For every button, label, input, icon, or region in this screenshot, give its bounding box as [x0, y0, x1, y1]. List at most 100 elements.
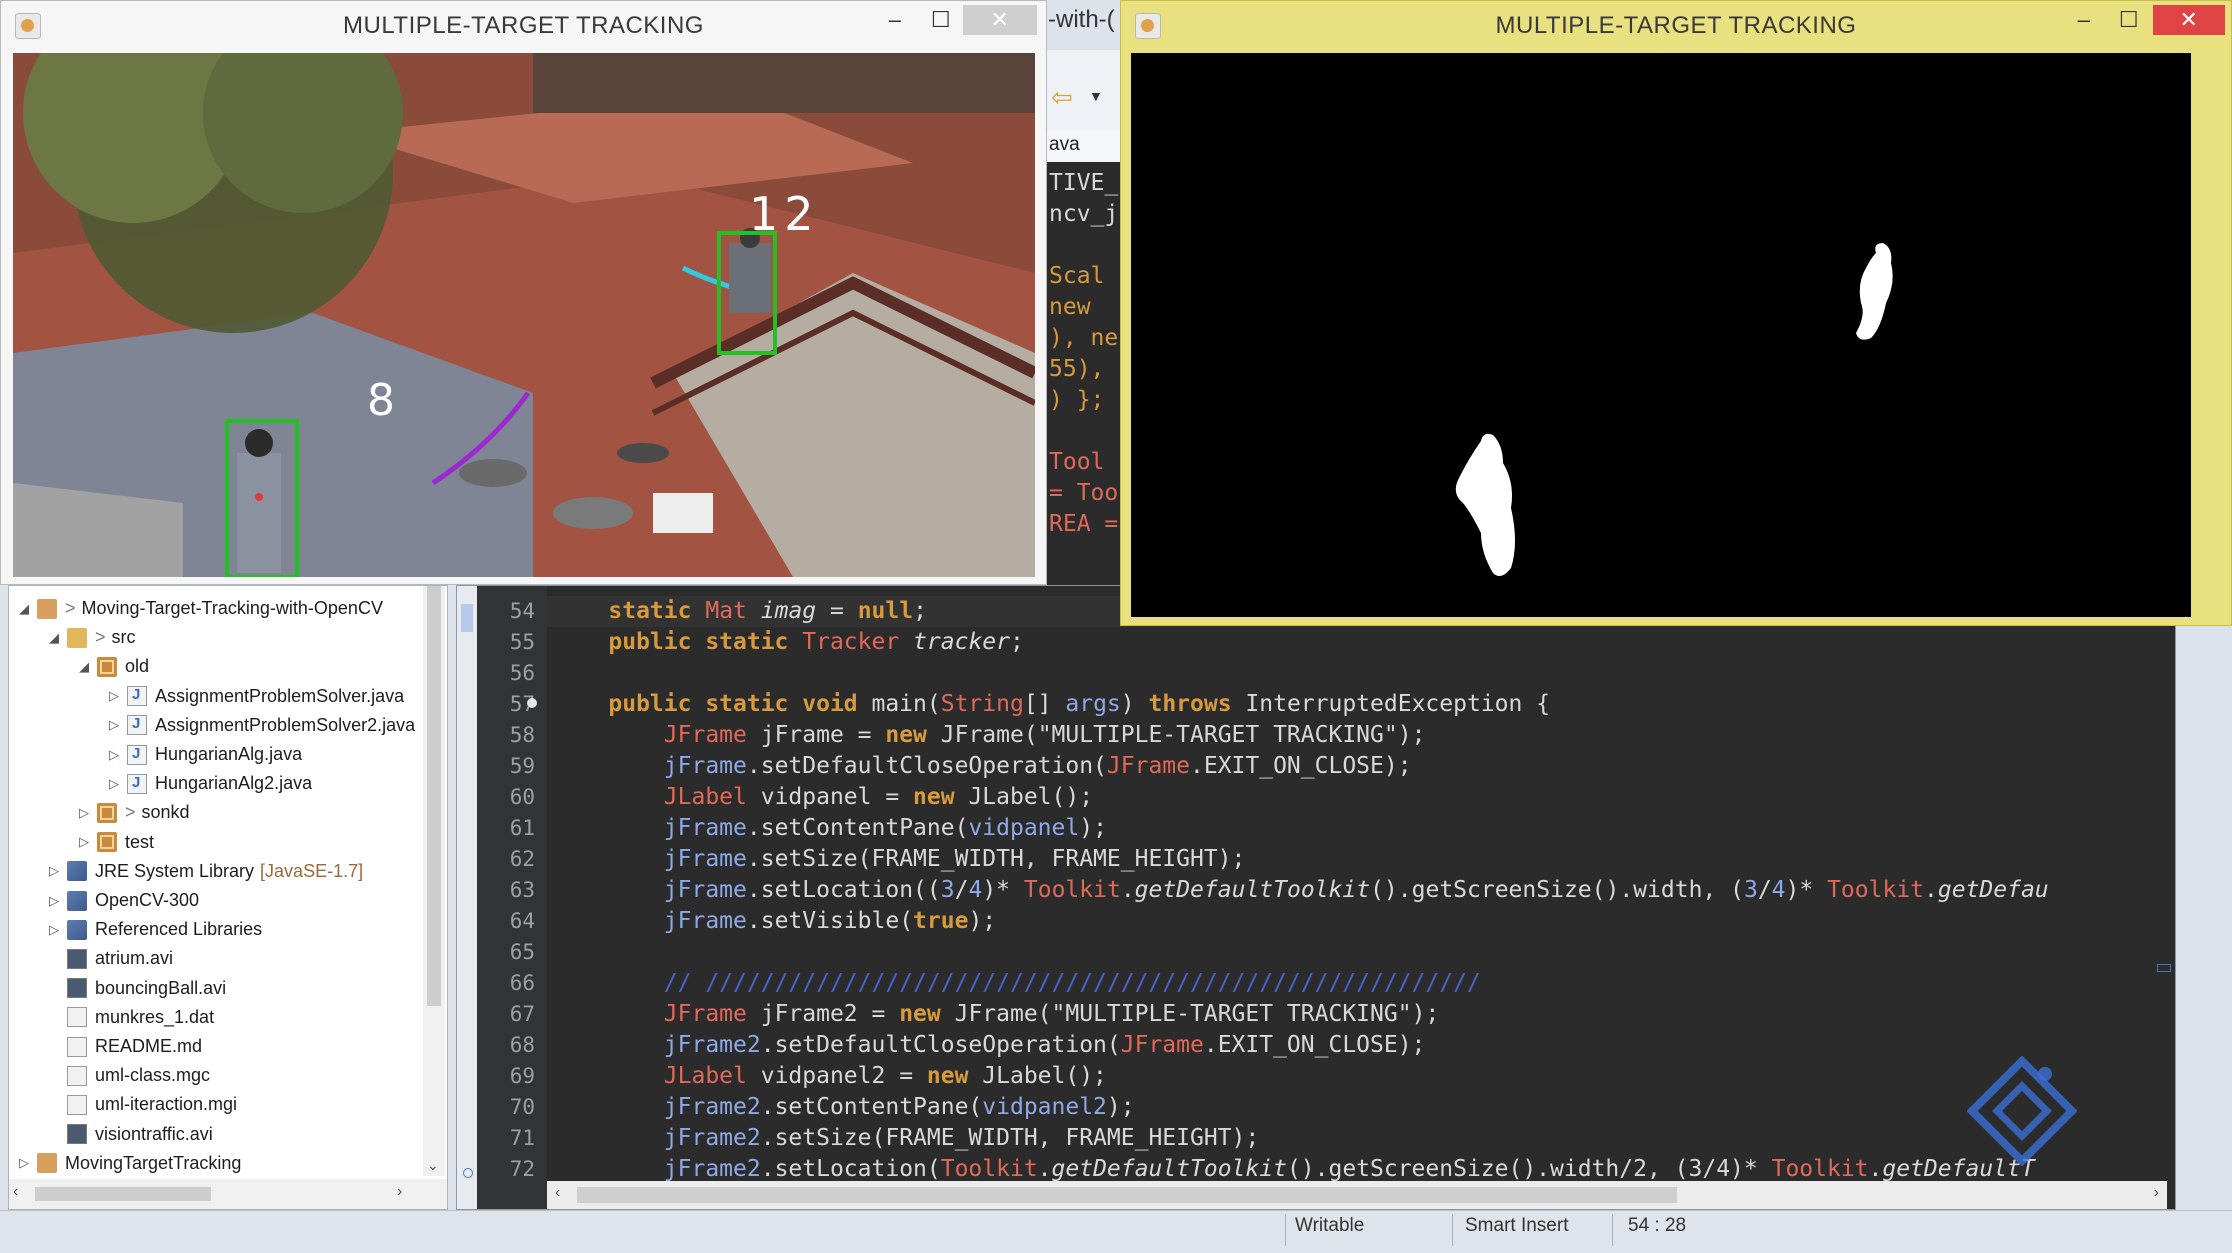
expand-arrow-icon[interactable]: ▷: [77, 834, 91, 850]
code-line[interactable]: // /////////////////////////////////////…: [553, 968, 1481, 999]
expand-arrow-icon[interactable]: ▷: [107, 747, 121, 763]
code-line[interactable]: jFrame.setContentPane(vidpanel);: [553, 813, 1107, 844]
minimize-button[interactable]: –: [873, 5, 917, 35]
back-arrow-icon[interactable]: ⇦: [1051, 82, 1073, 113]
explorer-item[interactable]: ▷ AssignmentProblemSolver2.java: [107, 711, 415, 740]
status-divider: [1612, 1214, 1613, 1246]
tracking-window-video[interactable]: MULTIPLE-TARGET TRACKING – ☐ ✕ 12 8: [0, 0, 1047, 585]
mask-window-titlebar[interactable]: MULTIPLE-TARGET TRACKING – ☐ ✕: [1121, 1, 2231, 51]
close-button[interactable]: ✕: [2153, 5, 2225, 35]
explorer-item[interactable]: ◢ old: [77, 652, 149, 681]
code-editor[interactable]: 54 55 56 57 58 59 60 61 62 63 64 65 66 67 68 69 70 71 72 s…: [456, 585, 2176, 1210]
explorer-item-label: sonkd: [141, 802, 190, 823]
avi-icon: [67, 948, 87, 969]
expand-arrow-icon[interactable]: ▷: [107, 776, 121, 792]
code-line[interactable]: JLabel vidpanel = new JLabel();: [553, 782, 1093, 813]
scroll-left-arrow-icon[interactable]: ‹: [13, 1183, 18, 1201]
explorer-hscrollbar[interactable]: ‹ ›: [9, 1179, 447, 1209]
explorer-item[interactable]: uml-class.mgc: [47, 1061, 210, 1090]
expand-arrow-icon[interactable]: ▷: [107, 717, 121, 733]
code-line[interactable]: JFrame jFrame = new JFrame("MULTIPLE-TAR…: [553, 720, 1426, 751]
maximize-button[interactable]: ☐: [2107, 5, 2151, 35]
editor-hscroll-thumb[interactable]: [577, 1187, 1677, 1203]
close-button[interactable]: ✕: [963, 5, 1037, 35]
fold-marker[interactable]: [527, 698, 537, 708]
file-icon: [67, 1007, 87, 1028]
explorer-item[interactable]: munkres_1.dat: [47, 1003, 214, 1032]
code-line[interactable]: jFrame.setVisible(true);: [553, 906, 996, 937]
expand-arrow-icon[interactable]: ◢: [17, 601, 31, 617]
dropdown-arrow-icon[interactable]: ▼: [1089, 88, 1103, 104]
explorer-item[interactable]: ▷ AssignmentProblemSolver.java: [107, 682, 404, 711]
editor-hscrollbar[interactable]: ‹ ›: [547, 1181, 2167, 1209]
expand-arrow-icon[interactable]: ◢: [47, 630, 61, 646]
explorer-item[interactable]: ▷ test: [77, 828, 154, 857]
video-window-titlebar[interactable]: MULTIPLE-TARGET TRACKING – ☐ ✕: [1, 1, 1046, 51]
code-line[interactable]: jFrame2.setSize(FRAME_WIDTH, FRAME_HEIGH…: [553, 1123, 1259, 1154]
code-fragment: Tool: [1049, 449, 1105, 475]
expand-arrow-icon[interactable]: ▷: [47, 863, 61, 879]
explorer-item-label: munkres_1.dat: [95, 1006, 215, 1027]
status-divider: [1285, 1214, 1286, 1246]
explorer-vscrollbar[interactable]: ⌄: [423, 586, 445, 1176]
scroll-right-arrow-icon[interactable]: ›: [2154, 1184, 2159, 1202]
scroll-left-arrow-icon[interactable]: ‹: [555, 1184, 560, 1202]
explorer-item[interactable]: ▷ OpenCV-300: [47, 886, 199, 915]
code-line[interactable]: static Mat imag = null;: [553, 596, 927, 627]
code-line[interactable]: JLabel vidpanel2 = new JLabel();: [553, 1061, 1107, 1092]
explorer-item[interactable]: ▷ > sonkd: [77, 798, 190, 827]
editor-tab-fragment[interactable]: ava: [1045, 130, 1120, 163]
explorer-item[interactable]: ▷ Referenced Libraries: [47, 915, 262, 944]
explorer-item-label: MovingTargetTracking: [65, 1152, 242, 1173]
explorer-item[interactable]: visiontraffic.avi: [47, 1120, 213, 1149]
line-number-gutter: 54 55 56 57 58 59 60 61 62 63 64 65 66 67 68 69 70 71 72: [477, 586, 547, 1209]
pkg-icon: [97, 656, 117, 677]
explorer-item[interactable]: README.md: [47, 1032, 202, 1061]
code-line[interactable]: jFrame.setSize(FRAME_WIDTH, FRAME_HEIGHT…: [553, 844, 1246, 875]
eclipse-title-fragment: -with-(: [1048, 6, 1115, 33]
explorer-item[interactable]: atrium.avi: [47, 944, 173, 973]
line-number: 62: [509, 847, 535, 871]
code-line[interactable]: jFrame2.setDefaultCloseOperation(JFrame.…: [553, 1030, 1426, 1061]
editor-vscroll-marker: [2157, 964, 2171, 972]
eclipse-toolbar-fragment: ⇦ ▼: [1045, 50, 1120, 131]
code-line[interactable]: public static void main(String[] args) t…: [553, 689, 1550, 720]
explorer-item[interactable]: ◢ > src: [47, 623, 136, 652]
maximize-button[interactable]: ☐: [919, 5, 963, 35]
scroll-right-arrow-icon[interactable]: ›: [397, 1183, 402, 1201]
lib-icon: [67, 890, 87, 911]
code-line[interactable]: jFrame.setDefaultCloseOperation(JFrame.E…: [553, 751, 1412, 782]
line-number: 70: [509, 1095, 535, 1119]
explorer-item[interactable]: ◢ > Moving-Target-Tracking-with-OpenCV: [17, 594, 383, 623]
expand-arrow-icon[interactable]: ▷: [107, 688, 121, 704]
line-number: 54: [509, 599, 535, 623]
video-window-title: MULTIPLE-TARGET TRACKING: [343, 12, 704, 39]
explorer-vscroll-thumb[interactable]: [427, 586, 441, 1006]
line-number: 72: [509, 1157, 535, 1181]
explorer-hscroll-thumb[interactable]: [35, 1187, 211, 1201]
explorer-item[interactable]: ▷ HungarianAlg.java: [107, 740, 302, 769]
java-icon: [127, 773, 147, 794]
expand-arrow-icon[interactable]: ▷: [77, 805, 91, 821]
explorer-item[interactable]: uml-iteraction.mgi: [47, 1090, 237, 1119]
tracking-window-mask[interactable]: MULTIPLE-TARGET TRACKING – ☐ ✕: [1120, 0, 2232, 626]
expand-arrow-icon[interactable]: ◢: [77, 659, 91, 675]
expand-arrow-icon[interactable]: ▷: [17, 1155, 31, 1171]
explorer-item[interactable]: bouncingBall.avi: [47, 974, 226, 1003]
expand-arrow-icon[interactable]: ▷: [47, 893, 61, 909]
explorer-item-label: Moving-Target-Tracking-with-OpenCV: [81, 598, 383, 618]
code-line[interactable]: jFrame2.setContentPane(vidpanel2);: [553, 1092, 1135, 1123]
ruler-marker: [461, 604, 473, 632]
code-line[interactable]: jFrame.setLocation((3/4)* Toolkit.getDef…: [553, 875, 2049, 906]
code-fragment: 55),: [1049, 356, 1105, 382]
code-line[interactable]: JFrame jFrame2 = new JFrame("MULTIPLE-TA…: [553, 999, 1439, 1030]
expand-arrow-icon[interactable]: ▷: [47, 922, 61, 938]
code-line[interactable]: public static Tracker tracker;: [553, 627, 1023, 658]
explorer-item[interactable]: ▷ HungarianAlg2.java: [107, 769, 312, 798]
explorer-item[interactable]: ▷ JRE System Library [JavaSE-1.7]: [47, 857, 363, 886]
scroll-down-arrow-icon[interactable]: ⌄: [427, 1157, 439, 1174]
line-number: 60: [509, 785, 535, 809]
minimize-button[interactable]: –: [2062, 5, 2106, 35]
explorer-item[interactable]: ▷ MovingTargetTracking: [17, 1149, 241, 1178]
code-fragment: REA =: [1049, 511, 1119, 537]
